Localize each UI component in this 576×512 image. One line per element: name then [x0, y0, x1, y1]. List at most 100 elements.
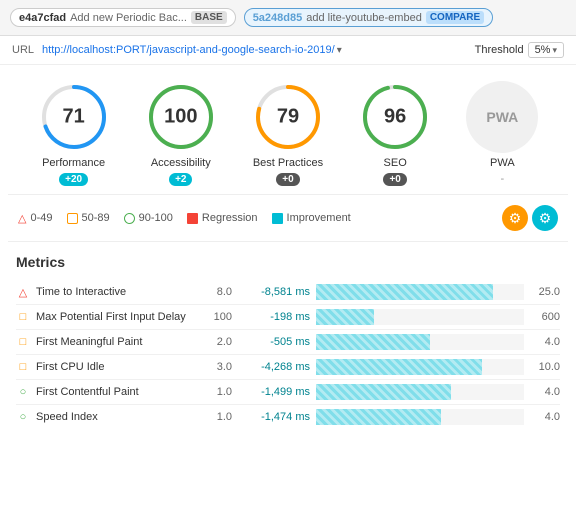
performance-label: Performance [42, 157, 105, 169]
circle-icon: ○ [16, 386, 30, 398]
metric-base: 8.0 [202, 286, 232, 298]
base-label: BASE [191, 11, 227, 24]
metric-bar-container [316, 384, 524, 400]
metric-max: 25.0 [530, 286, 560, 298]
best-practices-value: 79 [277, 106, 299, 129]
metric-max: 4.0 [530, 411, 560, 423]
metric-base: 100 [202, 311, 232, 323]
metric-delta: -1,499 ms [238, 386, 310, 398]
metric-delta: -198 ms [238, 311, 310, 323]
metric-bar [316, 384, 451, 400]
metric-base: 2.0 [202, 336, 232, 348]
compare-hash: 5a248d85 [253, 12, 303, 24]
performance-circle: 71 [38, 81, 110, 153]
accessibility-delta: +2 [169, 173, 192, 186]
share-button[interactable]: ⚙ [532, 205, 558, 231]
performance-delta: +20 [59, 173, 88, 186]
circle-icon [124, 213, 135, 224]
legend-90-100-label: 90-100 [139, 212, 173, 224]
score-performance: 71 Performance +20 [38, 81, 110, 186]
metric-max: 600 [530, 311, 560, 323]
square-icon: □ [16, 361, 30, 373]
best-practices-delta: +0 [276, 173, 299, 186]
best-practices-label: Best Practices [253, 157, 323, 169]
metric-base: 1.0 [202, 411, 232, 423]
circle-icon: ○ [16, 411, 30, 423]
best-practices-circle: 79 [252, 81, 324, 153]
metric-delta: -505 ms [238, 336, 310, 348]
metric-bar-container [316, 409, 524, 425]
triangle-icon: △ [16, 286, 30, 299]
scores-section: 71 Performance +20 100 Accessibility +2 … [0, 65, 576, 194]
metrics-section: Metrics △ Time to Interactive 8.0 -8,581… [0, 242, 576, 441]
metric-name: First CPU Idle [36, 361, 196, 373]
metric-base: 3.0 [202, 361, 232, 373]
legend-50-89: 50-89 [67, 212, 110, 224]
legend-improvement-label: Improvement [287, 212, 351, 224]
legend-90-100: 90-100 [124, 212, 173, 224]
compare-label: COMPARE [426, 11, 484, 24]
table-row: ○ First Contentful Paint 1.0 -1,499 ms 4… [16, 380, 560, 405]
metric-bar [316, 284, 493, 300]
metric-name: Max Potential First Input Delay [36, 311, 196, 323]
metric-bar [316, 334, 430, 350]
seo-delta: +0 [383, 173, 406, 186]
metric-delta: -4,268 ms [238, 361, 310, 373]
accessibility-circle: 100 [145, 81, 217, 153]
square-icon: □ [16, 311, 30, 323]
metric-name: First Meaningful Paint [36, 336, 196, 348]
table-row: □ Max Potential First Input Delay 100 -1… [16, 305, 560, 330]
accessibility-value: 100 [164, 106, 197, 129]
metric-max: 4.0 [530, 336, 560, 348]
square-icon [67, 213, 78, 224]
url-input[interactable]: http://localhost:PORT/javascript-and-goo… [42, 44, 342, 56]
improvement-icon [272, 213, 283, 224]
metric-bar-container [316, 334, 524, 350]
seo-value: 96 [384, 106, 406, 129]
base-hash: e4a7cfad [19, 12, 66, 24]
url-bar: URL http://localhost:PORT/javascript-and… [0, 36, 576, 65]
compare-commit-badge[interactable]: 5a248d85 add lite-youtube-embed COMPARE [244, 8, 494, 27]
metric-bar-container [316, 309, 524, 325]
metrics-title: Metrics [16, 254, 560, 270]
metric-name: Time to Interactive [36, 286, 196, 298]
performance-value: 71 [62, 106, 84, 129]
score-pwa: PWA PWA - [466, 81, 538, 185]
legend-50-89-label: 50-89 [82, 212, 110, 224]
metric-delta: -1,474 ms [238, 411, 310, 423]
metric-max: 10.0 [530, 361, 560, 373]
table-row: □ First CPU Idle 3.0 -4,268 ms 10.0 [16, 355, 560, 380]
legend-action-icons: ⚙ ⚙ [502, 205, 558, 231]
accessibility-label: Accessibility [151, 157, 211, 169]
score-seo: 96 SEO +0 [359, 81, 431, 186]
score-best-practices: 79 Best Practices +0 [252, 81, 324, 186]
table-row: □ First Meaningful Paint 2.0 -505 ms 4.0 [16, 330, 560, 355]
triangle-icon: △ [18, 212, 26, 225]
legend: △ 0-49 50-89 90-100 Regression Improveme… [8, 194, 568, 242]
compare-msg: add lite-youtube-embed [306, 12, 422, 24]
metric-name: Speed Index [36, 411, 196, 423]
threshold-select[interactable]: 5% [528, 42, 564, 58]
metric-base: 1.0 [202, 386, 232, 398]
metric-bar [316, 359, 482, 375]
filter-button[interactable]: ⚙ [502, 205, 528, 231]
score-accessibility: 100 Accessibility +2 [145, 81, 217, 186]
legend-0-49-label: 0-49 [30, 212, 52, 224]
legend-regression-label: Regression [202, 212, 258, 224]
base-commit-badge[interactable]: e4a7cfad Add new Periodic Bac... BASE [10, 8, 236, 27]
seo-label: SEO [384, 157, 407, 169]
threshold-section: Threshold 5% [475, 42, 564, 58]
metric-name: First Contentful Paint [36, 386, 196, 398]
seo-circle: 96 [359, 81, 431, 153]
metric-bar-container [316, 284, 524, 300]
metric-bar-container [316, 359, 524, 375]
url-label: URL [12, 44, 34, 56]
square-icon: □ [16, 336, 30, 348]
legend-regression: Regression [187, 212, 258, 224]
legend-improvement: Improvement [272, 212, 351, 224]
threshold-label: Threshold [475, 44, 524, 56]
legend-0-49: △ 0-49 [18, 212, 53, 225]
top-bar: e4a7cfad Add new Periodic Bac... BASE 5a… [0, 0, 576, 36]
pwa-delta: - [501, 173, 505, 185]
regression-icon [187, 213, 198, 224]
